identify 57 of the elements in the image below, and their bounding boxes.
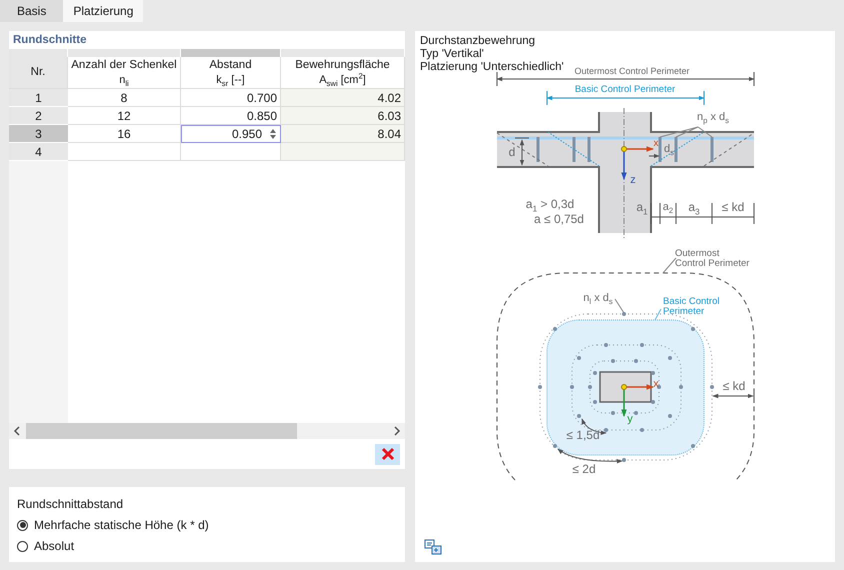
column-header-unit: k$_{sr}$ [--] — [216, 72, 245, 88]
diagram-label: Basic Control Perimeter — [663, 297, 720, 318]
column-header-label: Abstand — [209, 58, 252, 72]
column-header-label: Bewehrungsfläche — [295, 58, 390, 72]
horizontal-scrollbar[interactable] — [9, 423, 405, 439]
scrollbar-thumb[interactable] — [26, 423, 297, 439]
table-cell: 16 — [68, 125, 181, 143]
group-title: Rundschnittabstand — [17, 497, 124, 511]
diagram-label: x — [653, 378, 659, 390]
diagram-label: n$_{l}$ x d$_{s}$ — [583, 292, 613, 304]
diagram-label: x — [654, 138, 658, 149]
delete-button[interactable] — [375, 444, 400, 464]
tab[interactable]: Platzierung — [63, 0, 144, 22]
preview-caption: Typ 'Vertikal' — [420, 48, 484, 61]
table-cell: 0.700 — [181, 89, 281, 107]
diagram-label: ≤ kd — [722, 380, 746, 394]
diagram-label: Basic Control Perimeter — [574, 85, 676, 96]
spinner-icon[interactable] — [270, 129, 276, 139]
radio-option[interactable]: Mehrfache statische Höhe (k * d) — [17, 518, 209, 532]
diagram-label: n$_{p}$ x d$_{s}$ — [697, 111, 729, 124]
preview-caption: Durchstanzbewehrung — [420, 35, 536, 48]
diagram-label: a$_{3}$ — [688, 201, 700, 214]
diagram-label: a$_{1}$ > 0,3d — [526, 198, 574, 212]
row-header[interactable]: 2 — [9, 107, 68, 125]
diagram-label: d$_{s}$ — [664, 143, 674, 156]
table-cell: 0.850 — [181, 107, 281, 125]
diagram-label: a ≤ 0,75d — [534, 213, 584, 226]
diagram-label: ≤ 2d — [572, 463, 596, 476]
table-cell: 6.03 — [281, 107, 405, 125]
row-header[interactable]: 1 — [9, 89, 68, 107]
table-cell: 8 — [68, 89, 181, 107]
diagram-label: d — [508, 146, 516, 160]
radio-option[interactable]: Absolut — [17, 539, 74, 553]
table-cell: 12 — [68, 107, 181, 125]
column-header-label: Nr. — [30, 65, 46, 80]
radio-icon[interactable] — [17, 520, 28, 530]
diagram-label: z — [630, 174, 636, 186]
radio-icon[interactable] — [17, 540, 28, 552]
preview-caption: Platzierung 'Unterschiedlich' — [420, 61, 564, 74]
diagram-label: ≤ 1,5d — [566, 429, 600, 442]
diagram-label: ≤ kd — [722, 201, 744, 214]
tab[interactable]: Basis — [0, 0, 64, 22]
column-header-label: Anzahl der Schenkel — [71, 58, 177, 72]
spin-field[interactable]: 0.950 — [181, 125, 281, 143]
diagram-label: Outermost Control Perimeter — [574, 67, 690, 77]
table-cell: 8.04 — [281, 125, 405, 143]
column-header-unit: A$_{swi}$ [cm$^{2}$] — [319, 72, 366, 88]
table-cell: 4.02 — [281, 89, 405, 107]
diagram-label: Outermost Control Perimeter — [675, 249, 750, 270]
column-header-unit: n$_{li}$ — [119, 72, 129, 88]
delete-icon — [380, 447, 394, 461]
row-header[interactable]: 4 — [9, 143, 68, 161]
panel-title: Rundschnitte — [12, 33, 88, 48]
row-header[interactable]: 3 — [9, 125, 68, 143]
diagram-label: y — [627, 413, 633, 426]
diagram-label: a$_{1}$ — [636, 201, 648, 214]
diagram-label: a$_{2}$ — [662, 201, 674, 214]
